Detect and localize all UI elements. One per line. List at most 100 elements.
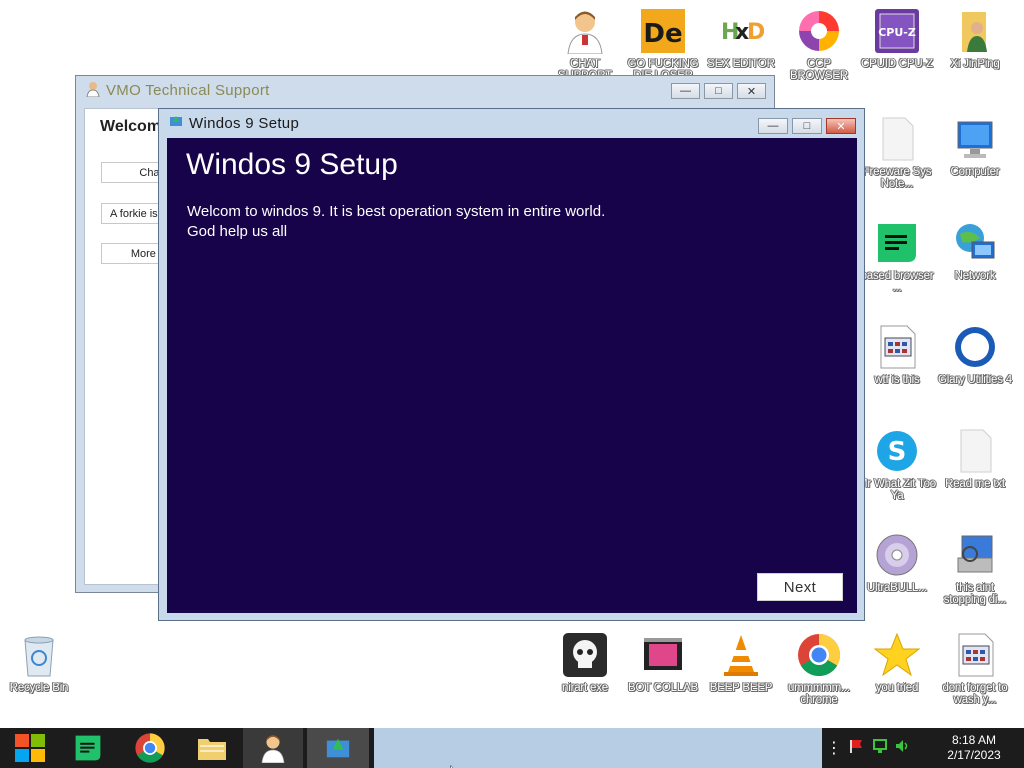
svg-text:S: S [888, 437, 907, 467]
icon-label: this aint stopping di... [943, 582, 1007, 606]
disc-icon [873, 531, 921, 579]
desktop-icon-bot-collab[interactable]: BOT COLLAB [624, 631, 702, 694]
setup-icon [326, 738, 350, 758]
app-window-icon [951, 631, 999, 679]
clock-date: 2/17/2023 [947, 748, 1001, 762]
taskbar-based-browser[interactable] [58, 728, 118, 768]
icon-label: Network [954, 270, 996, 282]
desktop-icon-wtf[interactable]: wtf is this [858, 323, 936, 386]
maximize-button[interactable]: □ [792, 118, 822, 134]
icon-label: dont forget to wash y... [942, 682, 1008, 706]
blank-document-icon [873, 115, 921, 163]
welcome-heading: Welcom [100, 118, 162, 135]
green-chat-icon [75, 735, 101, 761]
desktop-icon-nirart[interactable]: nirart exe [546, 631, 624, 694]
support-person-icon [261, 735, 285, 763]
icon-label: nirart exe [562, 682, 608, 694]
icon-label: ummmmm... chrome [787, 682, 851, 706]
minimize-button[interactable]: — [758, 118, 788, 134]
close-button[interactable]: ✕ [826, 118, 856, 134]
support-person-icon [86, 81, 100, 100]
desktop-icon-chat-support[interactable]: CHAT SUPPORT [546, 7, 624, 82]
network-icon [951, 219, 999, 267]
support-person-icon [561, 7, 609, 55]
windows-logo-icon [15, 734, 45, 762]
setup-client-area: Windos 9 Setup Welcom to windos 9. It is… [167, 138, 857, 613]
desktop-icon-cpuz[interactable]: CPU-Z CPUID CPU-Z [858, 7, 936, 70]
film-icon [639, 631, 687, 679]
desktop-icon-you-tried[interactable]: you tried [858, 631, 936, 694]
icon-label: CPUID CPU-Z [861, 58, 933, 70]
taskbar-vmo-support[interactable] [243, 728, 303, 768]
window-title: VMO Technical Support [106, 81, 270, 99]
icon-label: Computer [950, 166, 1000, 178]
icon-label: BEEP BEEP [709, 682, 773, 694]
text-document-icon [951, 427, 999, 475]
icon-label: Recycle Bin [9, 682, 69, 694]
network-status-icon[interactable] [872, 738, 888, 759]
user-folder-icon [951, 7, 999, 55]
installer-icon [951, 531, 999, 579]
setup-window[interactable]: Windos 9 Setup — □ ✕ Windos 9 Setup Welc… [158, 108, 865, 621]
start-button[interactable] [0, 728, 60, 768]
desktop-icon-recycle-bin[interactable]: Recycle Bin [0, 631, 78, 694]
clock-time: 8:18 AM [951, 733, 997, 747]
app-window-icon [873, 323, 921, 371]
flag-icon[interactable] [848, 738, 864, 759]
desktop-icon-ummm-chrome[interactable]: ummmmm... chrome [780, 631, 858, 706]
star-icon [873, 631, 921, 679]
svg-text:D: D [747, 20, 764, 45]
desktop-icon-this-aint[interactable]: this aint stopping di... [936, 531, 1014, 606]
desktop-icon-readme[interactable]: Read me txt [936, 427, 1014, 490]
green-chat-icon [873, 219, 921, 267]
chrome-icon [135, 733, 165, 763]
desktop-icon-based-browser[interactable]: based browser ... [858, 219, 936, 294]
desktop-icon-ultrabull[interactable]: UltraBULL... [858, 531, 936, 594]
close-button[interactable]: ✕ [737, 83, 766, 99]
desktop-icon-xi[interactable]: Xi JinPing [936, 7, 1014, 70]
desktop-icon-computer[interactable]: Computer [936, 115, 1014, 178]
setup-heading: Windos 9 Setup [186, 148, 398, 181]
desktop-icon-freeware[interactable]: Freeware Sys Note... [858, 115, 936, 190]
desktop-icon-ccp-browser[interactable]: CCP BROWSER [780, 7, 858, 82]
icon-label: Xi JinPing [950, 58, 1000, 70]
skype-icon: S [873, 427, 921, 475]
browser-swirl-icon [795, 7, 843, 55]
next-button[interactable]: Next [757, 573, 843, 601]
icon-label: you tried [875, 682, 919, 694]
taskbar-file-explorer[interactable] [182, 728, 242, 768]
computer-icon [951, 115, 999, 163]
svg-text:CPU-Z: CPU-Z [878, 26, 916, 39]
desktop-icon-dont-forget[interactable]: dont forget to wash y... [936, 631, 1014, 706]
skull-icon [561, 631, 609, 679]
taskbar-setup[interactable] [307, 728, 369, 768]
more-options-icon[interactable]: ⋮ [826, 738, 842, 758]
taskbar: ⋮ 8:18 AM 2/17/2023 [0, 728, 1024, 768]
vmo-titlebar[interactable]: VMO Technical Support [76, 76, 774, 104]
desktop-icon-glary[interactable]: Glary Utilities 4 [936, 323, 1014, 386]
icon-label: based browser ... [860, 270, 934, 294]
minimize-button[interactable]: — [671, 83, 700, 99]
desktop-icon-beep[interactable]: BEEP BEEP [702, 631, 780, 694]
icon-label: SEX EDITOR [707, 58, 775, 70]
icon-label: wtf is this [874, 374, 920, 386]
clock[interactable]: 8:18 AM 2/17/2023 [934, 733, 1014, 763]
icon-label: CCP BROWSER [789, 58, 849, 82]
desktop-icon-go-fucking[interactable]: De GO FUCKING DIE LOSER [624, 7, 702, 82]
desktop-icon-hxd[interactable]: HxD SEX EDITOR [702, 7, 780, 70]
desktop-icon-network[interactable]: Network [936, 219, 1014, 282]
de-icon: De [639, 7, 687, 55]
desktop-icon-mr-what[interactable]: S Mr What Zit Too Ya [858, 427, 936, 502]
icon-label: UltraBULL... [866, 582, 928, 594]
svg-text:De: De [643, 19, 682, 49]
taskbar-empty-area[interactable] [374, 728, 822, 768]
volume-icon[interactable] [894, 738, 910, 759]
icon-label: Read me txt [945, 478, 1005, 490]
system-tray: ⋮ [826, 728, 910, 768]
setup-message: Welcom to windos 9. It is best operation… [187, 202, 605, 242]
vlc-cone-icon [717, 631, 765, 679]
maximize-button[interactable]: □ [704, 83, 733, 99]
folder-icon [198, 739, 226, 760]
mouse-cursor-icon [447, 760, 459, 768]
taskbar-chrome[interactable] [120, 728, 180, 768]
